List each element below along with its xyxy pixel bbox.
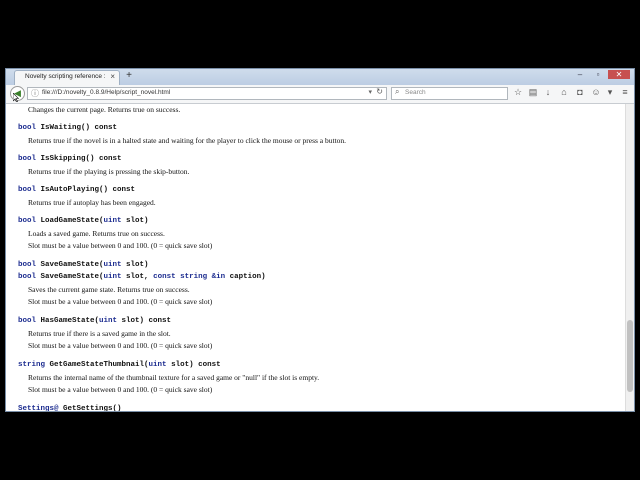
extension-icon[interactable]: ☺ [590, 87, 602, 97]
close-window-button[interactable]: ✕ [608, 70, 630, 79]
tab-title: Novelty scripting reference : N... [25, 73, 107, 80]
function-description: Loads a saved game. Returns true on succ… [28, 229, 165, 238]
download-icon[interactable]: ↓ [542, 87, 554, 97]
function-description: Returns true if there is a saved game in… [28, 329, 171, 338]
new-tab-button[interactable]: + [123, 70, 135, 81]
top-description: Changes the current page. Returns true o… [28, 105, 181, 114]
search-icon: ⌕ [395, 87, 400, 96]
browser-window: Novelty scripting reference : N... × + –… [5, 68, 635, 412]
function-description: Returns true if autoplay has been engage… [28, 198, 156, 207]
bookmark-star-icon[interactable]: ☆ [512, 87, 524, 98]
function-signature: bool SaveGameState(uint slot, const stri… [18, 273, 266, 281]
scrollbar[interactable] [625, 104, 634, 411]
home-icon[interactable]: ⌂ [558, 87, 570, 97]
minimize-button[interactable]: – [572, 70, 588, 79]
function-description: Returns true if the novel is in a halted… [28, 136, 347, 145]
bookmarks-menu-icon[interactable]: ▤ [527, 87, 539, 98]
function-description: Returns true if the playing is pressing … [28, 167, 190, 176]
search-bar[interactable]: ⌕ Search [391, 87, 508, 100]
function-signature: bool SaveGameState(uint slot) [18, 261, 149, 269]
url-bar[interactable]: ⓘ file:///D:/novelty_0.8.9/Help/script_n… [27, 87, 387, 100]
function-signature: bool LoadGameState(uint slot) [18, 217, 149, 225]
mouse-cursor-icon [13, 93, 19, 102]
extension-dropdown-icon[interactable]: ▾ [604, 87, 616, 98]
url-dropdown-icon[interactable]: ▾ [368, 88, 372, 96]
reload-icon[interactable]: ↻ [376, 87, 383, 96]
function-signature: bool IsAutoPlaying() const [18, 186, 136, 194]
page-content: Changes the current page. Returns true o… [6, 104, 626, 412]
menu-icon[interactable]: ≡ [619, 87, 631, 97]
url-text[interactable]: file:///D:/novelty_0.8.9/Help/script_nov… [42, 89, 170, 96]
search-placeholder: Search [405, 89, 426, 96]
function-signature: string GetGameStateThumbnail(uint slot) … [18, 361, 221, 369]
function-description: Slot must be a value between 0 and 100. … [28, 341, 213, 350]
function-signature: bool HasGameState(uint slot) const [18, 317, 172, 325]
title-bar: Novelty scripting reference : N... × + –… [6, 69, 634, 85]
scrollbar-thumb[interactable] [627, 320, 633, 392]
browser-tab[interactable]: Novelty scripting reference : N... × [14, 70, 120, 85]
pocket-icon[interactable]: ◘ [574, 87, 586, 97]
function-description: Slot must be a value between 0 and 100. … [28, 385, 213, 394]
function-description: Slot must be a value between 0 and 100. … [28, 297, 213, 306]
maximize-button[interactable]: ▫ [590, 70, 606, 79]
function-description: Saves the current game state. Returns tr… [28, 285, 190, 294]
function-signature: Settings@ GetSettings() [18, 405, 122, 412]
function-description: Slot must be a value between 0 and 100. … [28, 241, 213, 250]
function-signature: bool IsWaiting() const [18, 124, 118, 132]
info-icon[interactable]: ⓘ [31, 88, 39, 99]
navigation-toolbar: ◀ ⓘ file:///D:/novelty_0.8.9/Help/script… [6, 85, 634, 104]
function-signature: bool IsSkipping() const [18, 155, 122, 163]
tab-close-icon[interactable]: × [110, 72, 115, 81]
function-description: Returns the internal name of the thumbna… [28, 373, 320, 382]
